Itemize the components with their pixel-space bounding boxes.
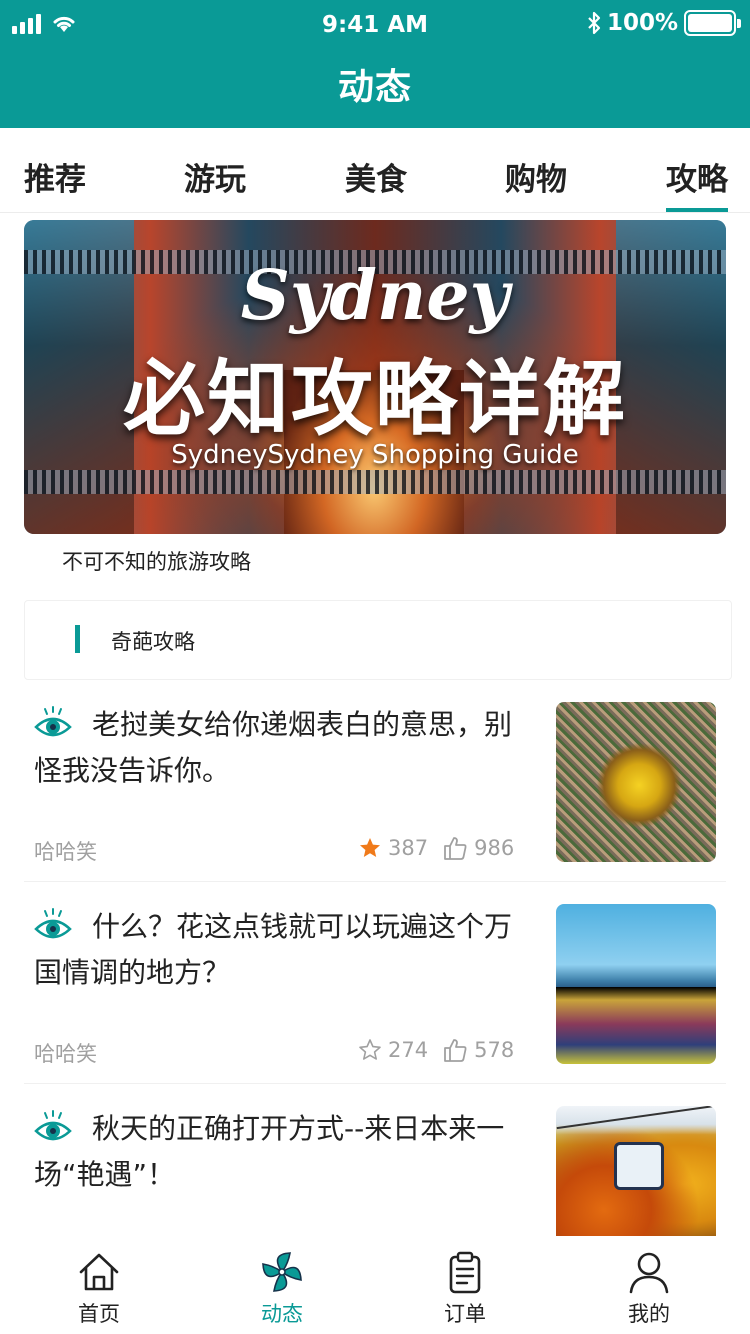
article-item[interactable]: 老挝美女给你递烟表白的意思，别怪我没告诉你。 哈哈笑 387 986: [24, 702, 726, 882]
banner-caption: 不可不知的旅游攻略: [62, 550, 251, 574]
banner-headline: 必知攻略详解: [122, 352, 627, 447]
article-thumbnail[interactable]: [556, 1106, 716, 1236]
page-title: 动态: [337, 67, 412, 108]
nav-label: 首页: [78, 1302, 120, 1326]
like-count: 578: [474, 1038, 515, 1062]
nav-profile[interactable]: 我的: [589, 1250, 709, 1328]
app-header: 9:41 AM 100% 动态: [0, 0, 750, 128]
article-title: 秋天的正确打开方式--来日本来一场“艳遇”！: [34, 1112, 505, 1191]
star-count: 387: [388, 836, 429, 860]
battery-percent: 100%: [606, 10, 678, 36]
home-icon: [79, 1253, 119, 1291]
battery-icon: [684, 10, 741, 36]
thumbs-up-icon[interactable]: [442, 835, 468, 861]
pinwheel-icon: [262, 1252, 302, 1292]
article-title: 什么？花这点钱就可以玩遍这个万国情调的地方？: [34, 910, 513, 989]
bluetooth-icon: [588, 11, 601, 35]
article-stats: 274 578: [358, 1037, 514, 1063]
tab-shopping[interactable]: 购物: [505, 154, 567, 213]
eye-icon: [34, 1110, 72, 1141]
eye-icon: [34, 706, 72, 737]
nav-label: 我的: [628, 1302, 670, 1326]
star-count: 274: [388, 1038, 429, 1062]
article-title-block: 秋天的正确打开方式--来日本来一场“艳遇”！: [34, 1106, 514, 1198]
bottom-nav: 首页 动态 订单 我的: [0, 1236, 750, 1334]
nav-activity[interactable]: 动态: [222, 1250, 342, 1328]
thumbs-up-icon[interactable]: [442, 1037, 468, 1063]
clipboard-icon: [449, 1251, 481, 1294]
article-item[interactable]: 什么？花这点钱就可以玩遍这个万国情调的地方？ 哈哈笑 274 578: [24, 904, 726, 1084]
gondola-graphic: [614, 1142, 664, 1190]
nav-label: 动态: [261, 1302, 303, 1326]
category-tabs: 推荐 游玩 美食 购物 攻略: [0, 128, 750, 213]
nav-orders[interactable]: 订单: [405, 1250, 525, 1328]
article-author: 哈哈笑: [34, 1042, 97, 1066]
nav-home[interactable]: 首页: [39, 1250, 159, 1328]
article-title: 老挝美女给你递烟表白的意思，别怪我没告诉你。: [34, 708, 513, 787]
tab-guides[interactable]: 攻略: [666, 154, 728, 213]
banner-script-text: Sydney: [240, 256, 510, 336]
article-title-block: 什么？花这点钱就可以玩遍这个万国情调的地方？: [34, 904, 514, 996]
status-bar: 9:41 AM 100%: [0, 0, 750, 52]
eye-icon: [34, 908, 72, 939]
star-filled-icon[interactable]: [358, 836, 382, 860]
like-count: 986: [474, 836, 515, 860]
section-accent-bar: [75, 625, 80, 653]
tab-play[interactable]: 游玩: [184, 154, 246, 213]
banner-image[interactable]: Sydney 必知攻略详解 SydneySydney Shopping Guid…: [24, 220, 726, 534]
banner-subline: SydneySydney Shopping Guide: [171, 440, 579, 470]
article-title-block: 老挝美女给你递烟表白的意思，别怪我没告诉你。: [34, 702, 514, 794]
star-outline-icon[interactable]: [358, 1038, 382, 1062]
user-icon: [629, 1252, 669, 1294]
article-thumbnail[interactable]: [556, 904, 716, 1064]
section-header: 奇葩攻略: [24, 600, 732, 680]
nav-label: 订单: [444, 1302, 486, 1326]
article-item[interactable]: 秋天的正确打开方式--来日本来一场“艳遇”！: [24, 1106, 726, 1236]
section-title: 奇葩攻略: [111, 630, 195, 654]
article-author: 哈哈笑: [34, 840, 97, 864]
status-right: 100%: [587, 10, 741, 36]
tab-food[interactable]: 美食: [345, 154, 407, 213]
article-stats: 387 986: [358, 835, 514, 861]
tab-recommend[interactable]: 推荐: [24, 154, 86, 213]
article-thumbnail[interactable]: [556, 702, 716, 862]
